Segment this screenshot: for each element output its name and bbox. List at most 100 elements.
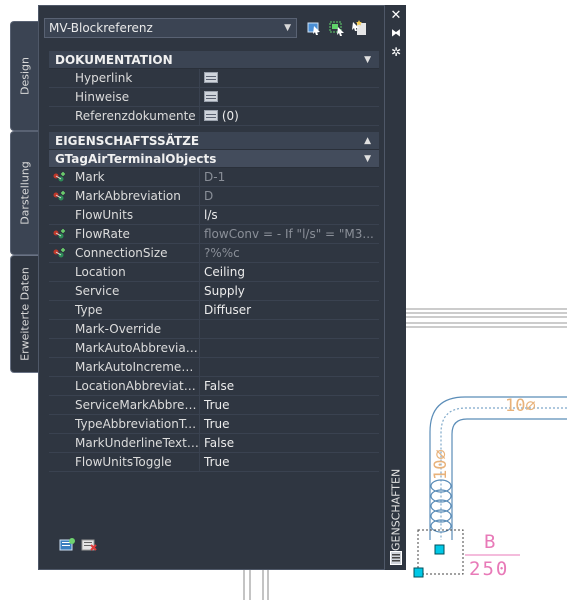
autohide-icon[interactable]: ⧓ [388,27,404,41]
property-name: MarkAutoIncrementN... [69,358,200,376]
tab-darstellung[interactable]: Darstellung [10,131,38,255]
property-row[interactable]: FlowRate flowConv = - If "l/s" = "M3... [49,225,379,244]
property-value[interactable]: flowConv = - If "l/s" = "M3... [201,225,377,243]
linked-property-icon [53,191,65,201]
property-value[interactable]: False [201,434,377,452]
section-eigenschaftssaetze[interactable]: EIGENSCHAFTSSÄTZE ▲ [49,132,379,150]
subsection-gtag-title: GTagAirTerminalObjects [55,152,217,166]
property-value[interactable]: (0) [201,107,377,125]
property-row[interactable]: FlowUnitsToggle True [49,453,379,472]
property-name: FlowUnitsToggle [69,453,200,471]
property-name: ServiceMarkAbbreviat... [69,396,200,414]
palette-menu-icon[interactable] [388,551,404,565]
palette-title: EIGENSCHAFTEN [389,468,403,562]
property-name: MarkAutoAbbreviatio... [69,339,200,357]
chevron-down-icon: ▼ [364,154,371,164]
tag-number: 250 [469,558,509,580]
chevron-up-icon: ▲ [364,136,371,146]
property-value[interactable] [201,88,377,106]
property-value[interactable]: ?%%c [201,244,377,262]
grip-handle-center[interactable] [434,544,445,555]
wall-lines [404,308,567,328]
quick-select-icon[interactable] [350,20,368,36]
document-icon[interactable] [204,91,218,102]
tab-design[interactable]: Design [10,21,38,131]
tag-letter: B [484,531,495,553]
duct-size-label-vertical: 10⌀ [431,449,451,480]
property-row[interactable]: FlowUnits l/s [49,206,379,225]
property-row[interactable]: Hinweise [49,88,379,107]
tab-erweiterte-daten[interactable]: Erweiterte Daten [10,255,38,373]
property-value[interactable] [201,358,377,376]
property-row[interactable]: ServiceMarkAbbreviat...True [49,396,379,415]
property-name: Mark-Override [69,320,200,338]
property-name: Type [69,301,200,319]
property-row[interactable]: MarkAbbreviation D [49,187,379,206]
property-value[interactable]: True [201,415,377,433]
property-row[interactable]: Location Ceiling [49,263,379,282]
property-row[interactable]: TypeAbbreviationTog... True [49,415,379,434]
property-row[interactable]: ConnectionSize ?%%c [49,244,379,263]
tab-darstellung-label: Darstellung [18,161,31,225]
property-name: TypeAbbreviationTog... [69,415,200,433]
property-name: Referenzdokumente [69,107,200,125]
property-row[interactable]: Mark-Override [49,320,379,339]
property-value[interactable]: Supply [201,282,377,300]
property-name: Service [69,282,200,300]
property-grid: DOKUMENTATION ▼ Hyperlink Hinweise Refer… [49,51,379,472]
property-value[interactable]: D [201,187,377,205]
property-name: Hinweise [69,88,200,106]
chevron-down-icon: ▼ [284,23,291,33]
close-icon[interactable]: ✕ [388,9,404,23]
grip-handle-corner[interactable] [413,567,424,578]
chevron-down-icon: ▼ [364,55,371,65]
add-property-set-icon[interactable] [59,538,75,552]
property-set-rows: Mark D-1 MarkAbbreviation D FlowUnits l/s Flow… [49,168,379,472]
property-value[interactable] [201,320,377,338]
property-row[interactable]: Mark D-1 [49,168,379,187]
tab-erweiterte-daten-label: Erweiterte Daten [18,267,31,361]
property-name: ConnectionSize [69,244,200,262]
subsection-gtag[interactable]: GTagAirTerminalObjects ▼ [49,150,379,168]
property-row[interactable]: LocationAbbreviation... False [49,377,379,396]
property-row[interactable]: Hyperlink [49,69,379,88]
section-eigenschaftssaetze-title: EIGENSCHAFTSSÄTZE [55,134,200,148]
property-row[interactable]: MarkUnderlineTextTo... False [49,434,379,453]
remove-property-set-icon[interactable] [81,538,97,552]
property-value[interactable]: Diffuser [201,301,377,319]
property-value[interactable]: True [201,453,377,471]
side-tabs: Design Darstellung Erweiterte Daten [8,5,38,570]
pickadd-toggle-icon[interactable] [305,20,323,36]
property-value[interactable] [201,69,377,87]
column-lines [243,570,269,600]
property-name: Hyperlink [69,69,200,87]
linked-property-icon [53,172,65,182]
property-row[interactable]: Service Supply [49,282,379,301]
document-icon[interactable] [204,72,218,83]
object-type-select[interactable]: MV-Blockreferenz ▼ [44,18,297,38]
property-name: MarkUnderlineTextTo... [69,434,200,452]
tab-design-label: Design [18,57,31,95]
section-dokumentation[interactable]: DOKUMENTATION ▼ [49,51,379,69]
properties-palette: Design Darstellung Erweiterte Daten MV-B… [8,5,406,570]
palette-title-bar[interactable]: ✕ ⧓ ✲ EIGENSCHAFTEN [384,5,406,570]
property-row[interactable]: Referenzdokumente (0) [49,107,379,126]
property-name: Location [69,263,200,281]
property-value[interactable]: Ceiling [201,263,377,281]
property-value[interactable]: True [201,396,377,414]
property-value[interactable]: D-1 [201,168,377,186]
property-name: MarkAbbreviation [69,187,200,205]
gear-icon[interactable]: ✲ [388,45,404,59]
select-objects-icon[interactable] [328,20,346,36]
property-name: LocationAbbreviation... [69,377,200,395]
property-row[interactable]: MarkAutoIncrementN... [49,358,379,377]
property-value[interactable] [201,339,377,357]
property-name: FlowRate [69,225,200,243]
property-row[interactable]: MarkAutoAbbreviatio... [49,339,379,358]
duct-size-label: 10⌀ [505,396,536,416]
linked-property-icon [53,229,65,239]
property-row[interactable]: Type Diffuser [49,301,379,320]
property-value[interactable]: False [201,377,377,395]
document-icon[interactable] [204,110,218,121]
property-value[interactable]: l/s [201,206,377,224]
